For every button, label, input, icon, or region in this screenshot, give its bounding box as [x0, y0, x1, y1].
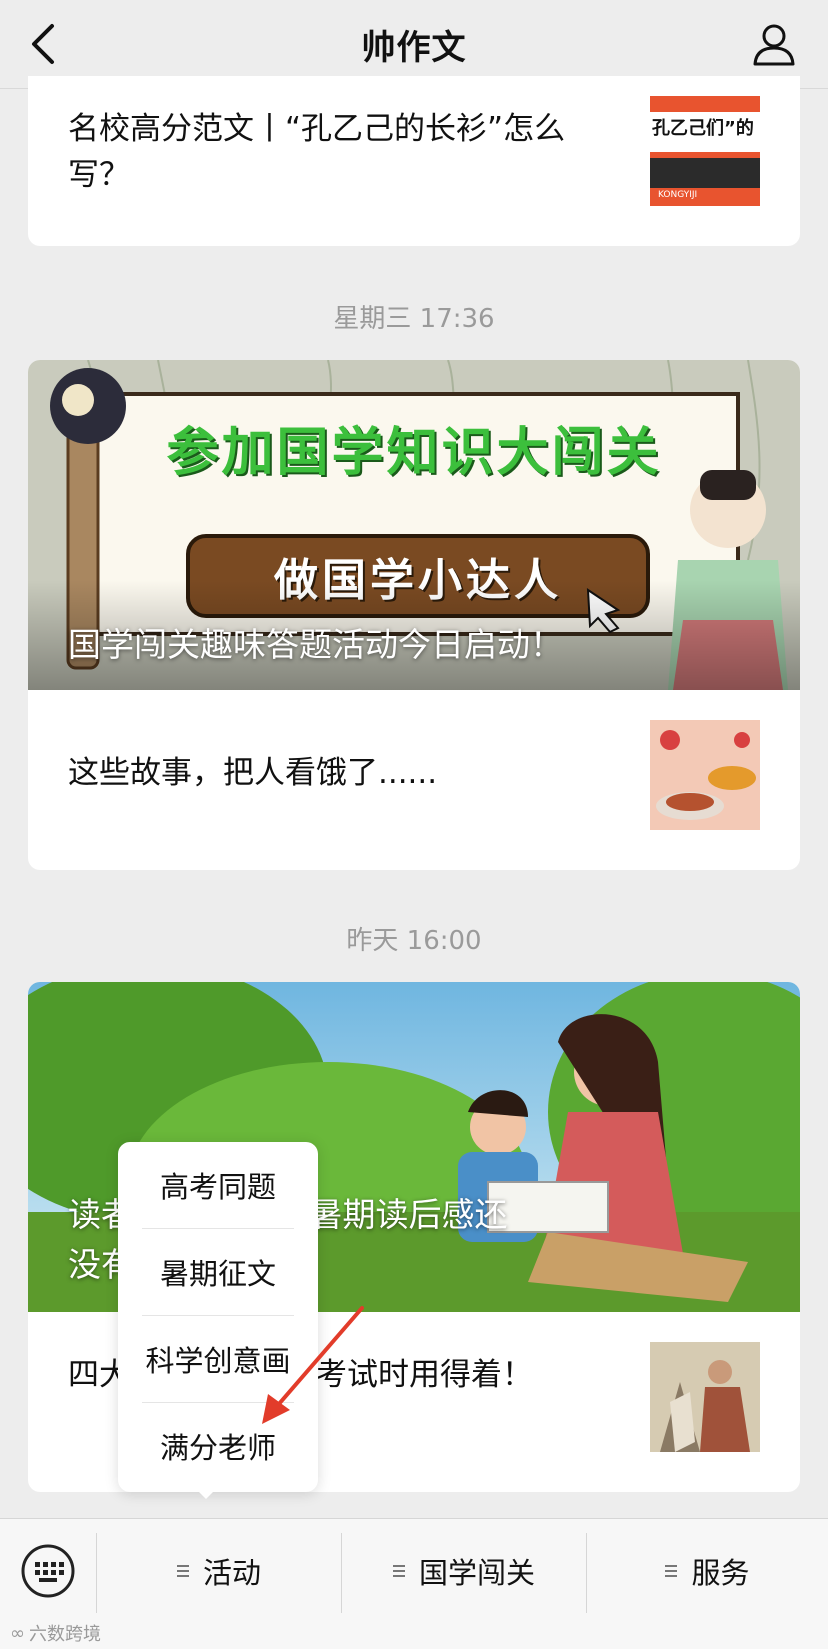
bottom-menu-bar: 活动 国学闯关 服务	[0, 1518, 828, 1649]
timestamp: 昨天 16:00	[346, 926, 482, 956]
submenu-pointer	[195, 1488, 217, 1499]
watermark-logo-icon: ∞	[10, 1622, 25, 1644]
user-icon	[753, 24, 795, 66]
article-title[interactable]: 名校高分范文丨“孔乙己的长衫”怎么写？	[68, 106, 588, 198]
watermark: ∞ 六数跨境	[10, 1622, 101, 1646]
back-button[interactable]	[22, 18, 72, 70]
chevron-left-icon	[32, 24, 54, 64]
banner-caption[interactable]: 国学闯关趣味答题活动今日启动！	[68, 620, 563, 670]
menu-lines-icon	[176, 1562, 189, 1580]
painting-thumbnail	[650, 1342, 760, 1452]
article-card-1[interactable]: 名校高分范文丨“孔乙己的长衫”怎么写？ 孔乙己们”的 KONGYIJI	[28, 76, 800, 246]
menu-lines-icon	[392, 1562, 405, 1580]
menu-tab-activity[interactable]: 活动	[97, 1541, 341, 1601]
red-arrow-annotation	[262, 1306, 364, 1424]
article-title[interactable]: 这些故事，把人看饿了......	[68, 750, 588, 796]
article-thumbnail: 孔乙己们”的 KONGYIJI	[650, 96, 760, 206]
keyboard-toggle-button[interactable]	[20, 1543, 76, 1599]
menu-lines-icon	[665, 1562, 678, 1580]
article-thumbnail	[650, 1342, 760, 1452]
menu-tab-service[interactable]: 服务	[587, 1541, 828, 1601]
article-thumbnail	[650, 720, 760, 830]
food-thumbnail	[650, 720, 760, 830]
submenu-item-gaokao[interactable]: 高考同题	[118, 1142, 318, 1228]
page-title: 帅作文	[361, 27, 467, 68]
banner-headline: 参加国学知识大闯关	[166, 423, 662, 483]
timestamp: 星期三 17:36	[333, 304, 495, 334]
profile-button[interactable]	[750, 20, 798, 68]
banner-image[interactable]: 参加国学知识大闯关 做国学小达人 国学闯关趣味答题活动今日启动！	[28, 360, 800, 690]
keyboard-icon	[21, 1544, 75, 1598]
menu-tab-guoxue[interactable]: 国学闯关	[342, 1541, 586, 1601]
article-card-2[interactable]: 参加国学知识大闯关 做国学小达人 国学闯关趣味答题活动今日启动！ 这些故事，把人…	[28, 360, 800, 870]
